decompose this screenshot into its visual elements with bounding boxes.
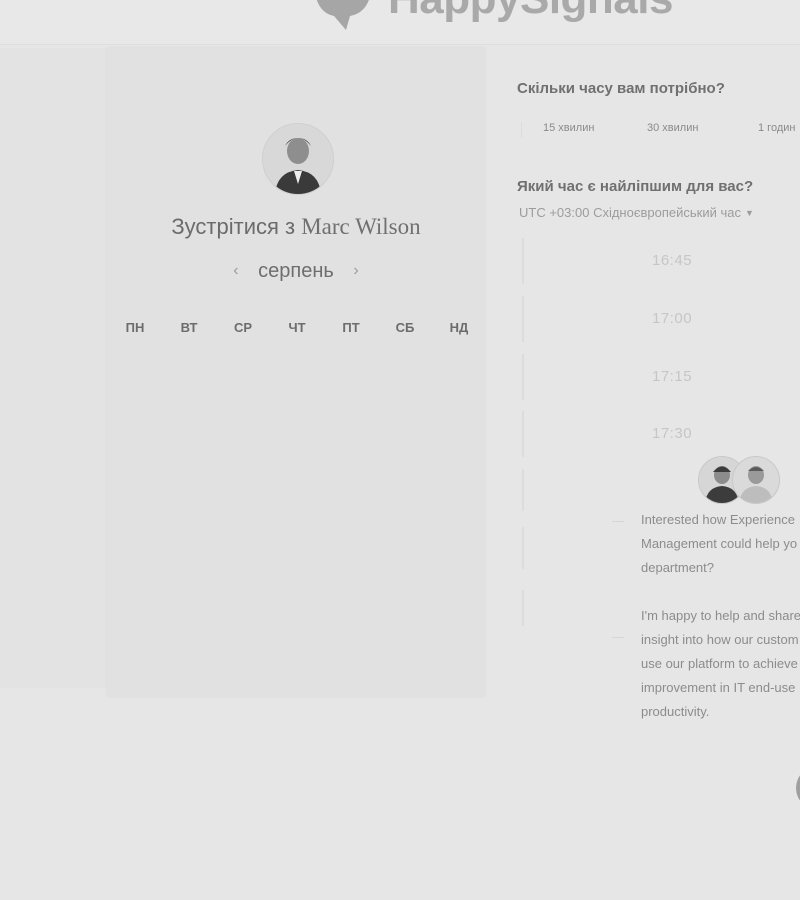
host-avatar [262, 123, 334, 195]
weekday-tue: ВТ [180, 320, 198, 335]
chat-line: improvement in IT end-use [641, 680, 796, 695]
top-header: HappySignals [0, 0, 800, 45]
time-slot-label: 17:00 [652, 310, 693, 327]
brand-logo-text: HappySignals [388, 0, 673, 24]
left-background [0, 48, 120, 688]
avatar-photo-icon [263, 124, 333, 194]
duration-1-hour[interactable]: 1 годин [758, 122, 795, 134]
weekday-mon: ПН [125, 320, 145, 335]
host-name: Marc Wilson [301, 214, 421, 239]
duration-15-min[interactable]: 15 хвилин [543, 122, 594, 134]
weekday-header: ПН ВТ СР ЧТ ПТ СБ НД [108, 320, 486, 335]
time-slot[interactable]: 17:00 [522, 296, 800, 342]
caret-down-icon: ▼ [744, 208, 754, 218]
meeting-title: Зустрітися з Marc Wilson [107, 214, 485, 240]
chat-avatars [698, 456, 780, 504]
title-prefix: Зустрітися з [171, 214, 296, 239]
divider [612, 521, 624, 522]
time-question: Який час є найліпшим для вас? [517, 178, 754, 195]
chat-line: Interested how Experience [641, 512, 795, 527]
duration-30-min[interactable]: 30 хвилин [647, 122, 698, 134]
chat-message: Interested how Experience Management cou… [641, 508, 800, 748]
time-slot-label: 17:15 [652, 368, 693, 385]
weekday-sun: НД [449, 320, 469, 335]
month-label: серпень [258, 260, 334, 282]
chat-line: productivity. [641, 704, 710, 719]
time-slot[interactable]: 16:45 [522, 238, 800, 284]
chat-line: insight into how our custom [641, 632, 799, 647]
chat-line: I'm happy to help and share [641, 608, 800, 623]
chevron-left-icon[interactable]: ‹ [233, 262, 238, 279]
divider [521, 122, 522, 138]
weekday-wed: СР [233, 320, 253, 335]
chevron-right-icon[interactable]: › [353, 262, 358, 279]
timezone-label: UTC +03:00 Східноєвропейський час [519, 205, 741, 220]
weekday-thu: ЧТ [288, 320, 306, 335]
timezone-select[interactable]: UTC +03:00 Східноєвропейський час ▼ [519, 205, 754, 220]
time-slot[interactable]: 17:30 [522, 411, 800, 457]
logo-icon [316, 0, 369, 30]
weekday-fri: ПТ [342, 320, 360, 335]
avatar-photo-icon [733, 457, 779, 503]
chat-line: department? [641, 560, 714, 575]
month-navigator: ‹ серпень › [107, 260, 485, 283]
divider [612, 637, 624, 638]
chat-line: use our platform to achieve [641, 656, 798, 671]
duration-question: Скільки часу вам потрібно? [517, 80, 725, 97]
chat-line: Management could help yo [641, 536, 798, 551]
agent-avatar [732, 456, 780, 504]
time-slot-label: 16:45 [652, 252, 693, 269]
time-slot[interactable]: 17:15 [522, 354, 800, 400]
weekday-sat: СБ [395, 320, 415, 335]
time-slot-label: 17:30 [652, 425, 693, 442]
chat-launcher-button[interactable] [796, 766, 800, 810]
